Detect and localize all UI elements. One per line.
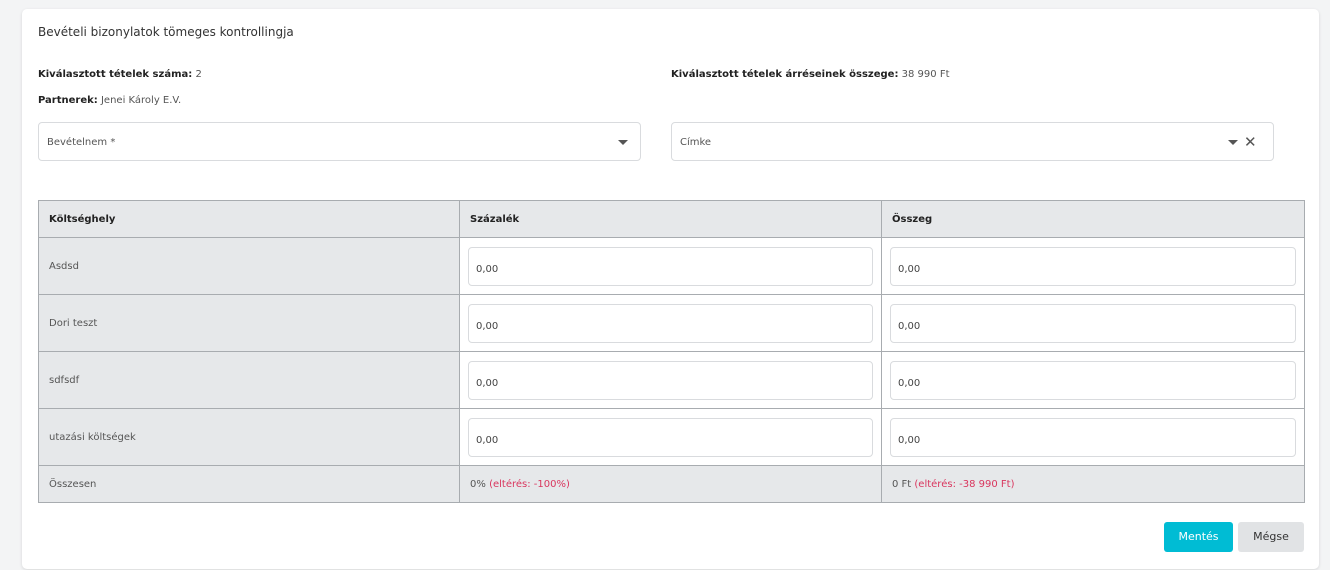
cancel-button[interactable]: Mégse bbox=[1238, 522, 1304, 552]
controlling-dialog: Bevételi bizonylatok tömeges kontrolling… bbox=[22, 9, 1319, 569]
selected-count-info: Kiválasztott tételek száma: 2 bbox=[38, 69, 202, 80]
chevron-down-icon[interactable] bbox=[618, 140, 628, 145]
amount-input[interactable]: 0,00 bbox=[890, 246, 1296, 286]
selected-count-label: Kiválasztott tételek száma: bbox=[38, 69, 193, 80]
amount-input[interactable]: 0,00 bbox=[890, 417, 1296, 457]
table-row: utazási költségek 0,00 0,00 bbox=[38, 408, 1305, 466]
table-header-row: Költséghely Százalék Összeg bbox=[38, 200, 1305, 238]
margin-sum-info: Kiválasztott tételek árréseinek összege:… bbox=[671, 69, 950, 80]
save-button[interactable]: Mentés bbox=[1164, 522, 1233, 552]
percent-input[interactable]: 0,00 bbox=[468, 417, 873, 457]
amount-input[interactable]: 0,00 bbox=[890, 360, 1296, 400]
dialog-title: Bevételi bizonylatok tömeges kontrolling… bbox=[38, 25, 294, 39]
table-row: sdfsdf 0,00 0,00 bbox=[38, 351, 1305, 409]
percent-input[interactable]: 0,00 bbox=[468, 360, 873, 400]
table-row: Asdsd 0,00 0,00 bbox=[38, 237, 1305, 295]
column-header-cost-center: Költséghely bbox=[38, 200, 460, 238]
margin-sum-value: 38 990 Ft bbox=[901, 69, 950, 80]
cost-center-name: Dori teszt bbox=[38, 294, 460, 352]
tag-placeholder: Címke bbox=[680, 137, 712, 148]
total-percent-value: 0% bbox=[470, 478, 486, 490]
margin-sum-label: Kiválasztott tételek árréseinek összege: bbox=[671, 69, 899, 80]
total-label: Összesen bbox=[38, 465, 460, 503]
revenue-type-select[interactable]: Bevételnem * bbox=[38, 122, 641, 161]
amount-input[interactable]: 0,00 bbox=[890, 303, 1296, 343]
revenue-type-placeholder: Bevételnem * bbox=[47, 137, 116, 148]
chevron-down-icon[interactable] bbox=[1228, 140, 1238, 145]
total-amount: 0 Ft (eltérés: -38 990 Ft) bbox=[881, 465, 1305, 503]
column-header-percent: Százalék bbox=[459, 200, 882, 238]
partners-info: Partnerek: Jenei Károly E.V. bbox=[38, 95, 181, 106]
selected-count-value: 2 bbox=[195, 69, 202, 80]
total-row: Összesen 0% (eltérés: -100%) 0 Ft (eltér… bbox=[38, 465, 1305, 503]
cost-center-name: Asdsd bbox=[38, 237, 460, 295]
total-amount-value: 0 Ft bbox=[892, 478, 912, 490]
total-amount-diff: (eltérés: -38 990 Ft) bbox=[914, 478, 1015, 490]
column-header-amount: Összeg bbox=[881, 200, 1305, 238]
tag-select[interactable]: Címke ✕ bbox=[671, 122, 1274, 161]
cost-center-name: utazási költségek bbox=[38, 408, 460, 466]
partners-value: Jenei Károly E.V. bbox=[100, 95, 182, 106]
close-icon[interactable]: ✕ bbox=[1244, 135, 1257, 150]
percent-input[interactable]: 0,00 bbox=[468, 303, 873, 343]
total-percent-diff: (eltérés: -100%) bbox=[489, 478, 570, 490]
partners-label: Partnerek: bbox=[38, 95, 98, 106]
total-percent: 0% (eltérés: -100%) bbox=[459, 465, 882, 503]
cost-center-name: sdfsdf bbox=[38, 351, 460, 409]
table-row: Dori teszt 0,00 0,00 bbox=[38, 294, 1305, 352]
percent-input[interactable]: 0,00 bbox=[468, 246, 873, 286]
cost-center-table: Költséghely Százalék Összeg Asdsd 0,00 0… bbox=[38, 200, 1305, 503]
